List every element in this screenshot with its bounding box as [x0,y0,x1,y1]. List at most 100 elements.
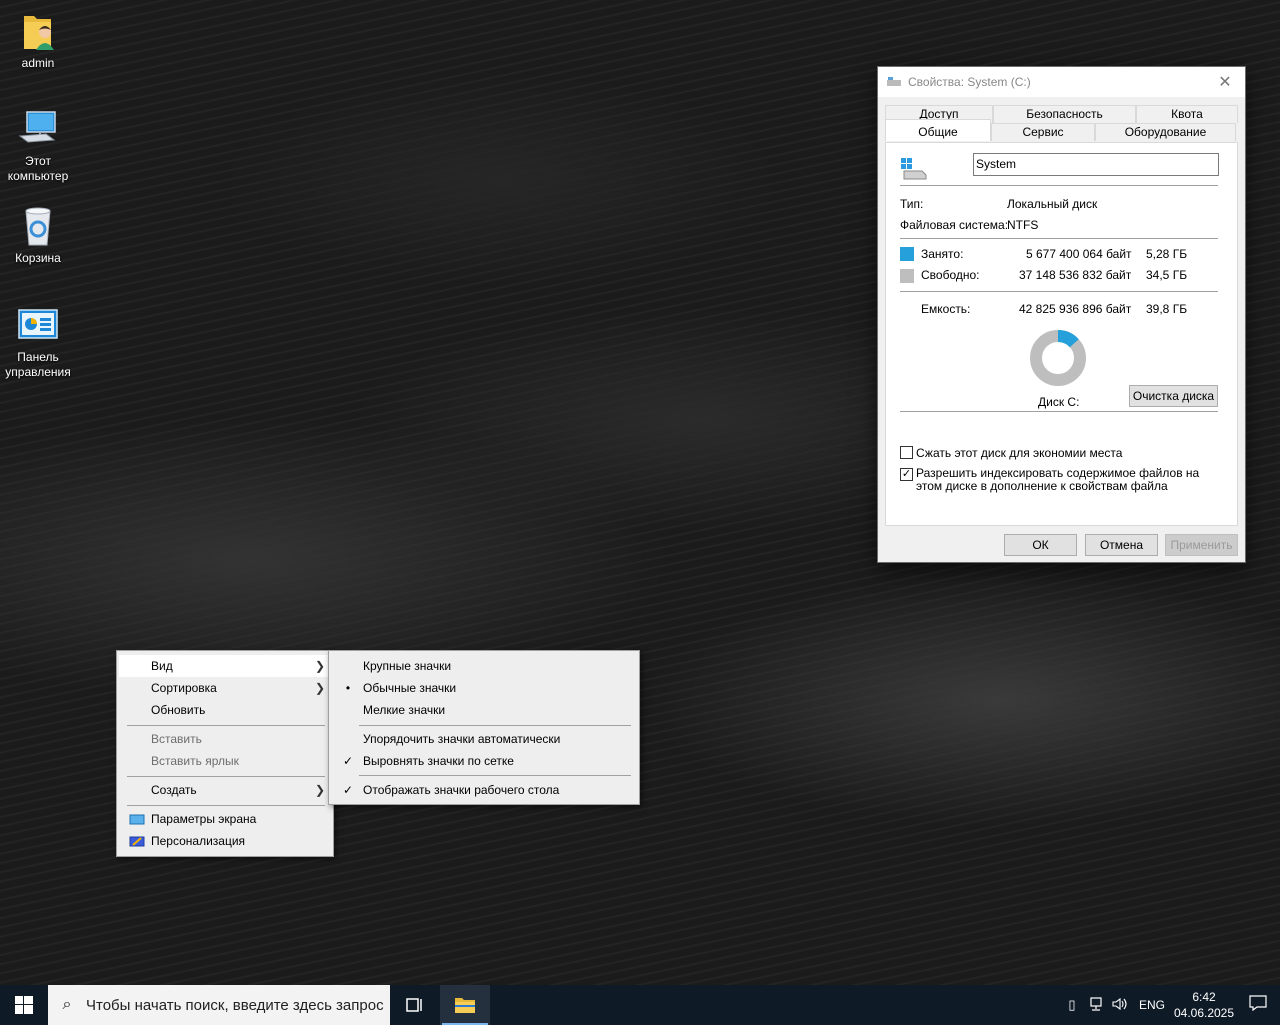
menu-item-view[interactable]: Вид ❯ [119,655,331,677]
menu-item-small-icons[interactable]: Мелкие значки [331,699,637,721]
compress-label: Сжать этот диск для экономии места [916,446,1123,460]
menu-separator [127,805,325,806]
menu-item-label: Выровнять значки по сетке [363,754,514,768]
menu-separator [127,725,325,726]
menu-item-align-to-grid[interactable]: ✓ Выровнять значки по сетке [331,750,637,772]
disk-label: Диск C: [1038,395,1080,409]
divider [900,185,1218,186]
display-settings-icon [129,808,145,830]
menu-item-paste-shortcut[interactable]: Вставить ярлык [119,750,331,772]
taskbar: ⌕ Чтобы начать поиск, введите здесь запр… [0,985,1280,1025]
filesystem-value: NTFS [1007,218,1039,232]
desktop-icon-this-pc[interactable]: Этот компьютер [0,108,76,184]
checkmark-icon: ✓ [342,754,354,768]
start-button[interactable] [0,985,48,1025]
index-label: Разрешить индексировать содержимое файло… [916,466,1200,493]
menu-item-new[interactable]: Создать ❯ [119,779,331,801]
cancel-button[interactable]: Отмена [1085,534,1158,556]
apply-button[interactable]: Применить [1165,534,1238,556]
drive-name-input[interactable]: System [973,153,1219,176]
menu-item-label: Создать [151,783,197,797]
search-icon: ⌕ [62,996,72,1013]
disk-usage-donut [1030,330,1086,386]
dialog-title: Свойства: System (C:) [908,75,1031,89]
menu-item-large-icons[interactable]: Крупные значки [331,655,637,677]
free-bytes: 37 148 536 832 байт [1019,268,1132,282]
taskbar-search-box[interactable]: ⌕ Чтобы начать поиск, введите здесь запр… [48,985,390,1025]
menu-item-auto-arrange[interactable]: Упорядочить значки автоматически [331,728,637,750]
menu-item-label: Вставить [151,732,202,746]
tab-service[interactable]: Сервис [991,123,1095,141]
desktop-icon-label: admin [21,56,55,70]
type-label: Тип: [900,197,924,211]
task-view-button[interactable] [390,985,440,1025]
general-tab-panel: System Тип: Локальный диск Файловая сист… [885,142,1238,526]
tab-hardware[interactable]: Оборудование [1095,123,1236,141]
clock-time: 6:42 [1192,990,1216,1004]
tab-general[interactable]: Общие [885,119,991,141]
user-folder-icon [14,10,62,54]
usb-icon[interactable]: ▯ [1060,997,1084,1013]
desktop-icon-label: Корзина [15,251,61,265]
computer-icon [14,108,62,152]
divider [900,238,1218,239]
menu-item-sort[interactable]: Сортировка ❯ [119,677,331,699]
volume-icon[interactable] [1108,997,1132,1014]
capacity-bytes: 42 825 936 896 байт [1019,302,1132,316]
divider [900,411,1218,412]
drive-large-icon [900,157,928,184]
drive-properties-dialog: Свойства: System (C:) ✕ Доступ Безопасно… [877,66,1246,563]
control-panel-icon [14,304,62,348]
disk-cleanup-button[interactable]: Очистка диска [1129,385,1218,407]
task-view-icon [406,998,422,1012]
desktop-icon-label: Этот компьютер [7,154,69,183]
menu-item-label: Крупные значки [363,659,452,673]
desktop-icon-admin[interactable]: admin [0,10,76,71]
language-indicator[interactable]: ENG [1132,998,1172,1012]
used-label: Занято: [921,247,964,261]
compress-checkbox[interactable] [900,446,913,459]
search-placeholder: Чтобы начать поиск, введите здесь запрос [86,996,384,1014]
notification-center-icon[interactable] [1236,994,1280,1016]
capacity-label: Емкость: [921,302,971,316]
tab-security[interactable]: Безопасность [993,105,1136,123]
menu-item-personalization[interactable]: Персонализация [119,830,331,852]
desktop-context-menu: Вид ❯ Сортировка ❯ Обновить Вставить Вст… [116,650,334,857]
network-icon[interactable] [1084,996,1108,1014]
divider [900,291,1218,292]
free-label: Свободно: [921,268,980,282]
used-gb: 5,28 ГБ [1146,247,1188,261]
menu-item-display-settings[interactable]: Параметры экрана [119,808,331,830]
menu-item-label: Обычные значки [363,681,457,695]
view-submenu: Крупные значки • Обычные значки Мелкие з… [328,650,640,805]
capacity-gb: 39,8 ГБ [1146,302,1188,316]
desktop[interactable]: admin Этот компьютер Корзина Панель упра… [0,0,1280,985]
close-button[interactable]: ✕ [1205,72,1245,92]
tab-quota[interactable]: Квота [1136,105,1238,123]
used-space-swatch [900,247,914,261]
tab-row-front: Общие Сервис Оборудование [885,119,1238,141]
index-checkbox[interactable]: ✓ [900,468,913,481]
desktop-icon-control-panel[interactable]: Панель управления [0,304,76,380]
file-explorer-button[interactable] [440,985,490,1025]
menu-item-paste[interactable]: Вставить [119,728,331,750]
menu-item-label: Мелкие значки [363,703,446,717]
ok-button[interactable]: ОК [1004,534,1077,556]
menu-item-label: Персонализация [151,834,246,848]
menu-item-medium-icons[interactable]: • Обычные значки [331,677,637,699]
desktop-icon-recycle-bin[interactable]: Корзина [0,205,76,266]
type-value: Локальный диск [1007,197,1098,211]
chevron-right-icon: ❯ [314,659,325,673]
dialog-titlebar[interactable]: Свойства: System (C:) ✕ [878,67,1245,97]
clock-date: 04.06.2025 [1173,1006,1235,1020]
menu-item-label: Сортировка [151,681,217,695]
bullet-icon: • [345,681,351,695]
menu-separator [359,725,631,726]
menu-item-refresh[interactable]: Обновить [119,699,331,721]
menu-item-label: Отображать значки рабочего стола [363,783,560,797]
menu-item-show-desktop-icons[interactable]: ✓ Отображать значки рабочего стола [331,779,637,801]
menu-item-label: Параметры экрана [151,812,257,826]
menu-item-label: Вид [151,659,173,673]
clock[interactable]: 6:42 04.06.2025 [1172,989,1236,1021]
menu-separator [127,776,325,777]
